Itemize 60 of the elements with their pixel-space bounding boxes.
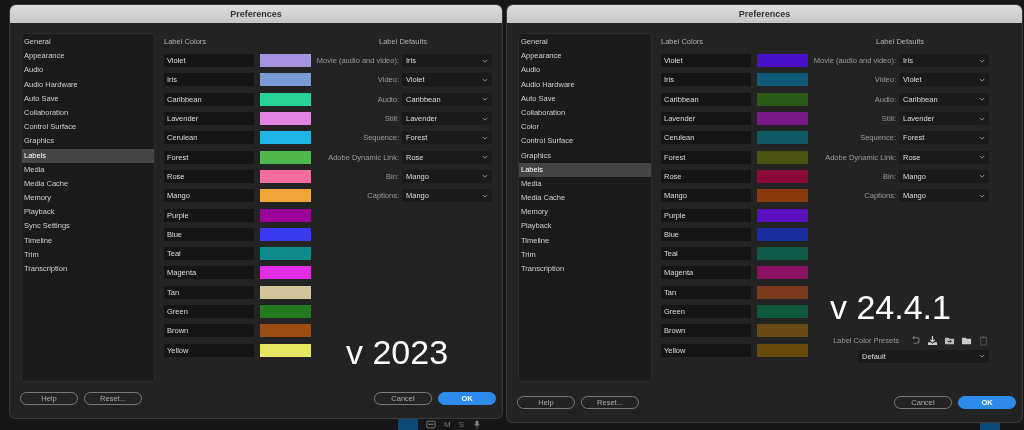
color-swatch[interactable] (757, 150, 808, 164)
track-toggle[interactable]: S (458, 419, 464, 429)
color-swatch[interactable] (260, 150, 311, 164)
color-swatch[interactable] (260, 131, 311, 145)
version-caption: v 24.4.1 (830, 288, 951, 327)
chevron-icon (482, 155, 488, 160)
color-swatch[interactable] (260, 54, 311, 68)
color-swatch[interactable] (260, 169, 311, 183)
version-caption: v 2023 (346, 333, 449, 372)
color-swatch[interactable] (757, 324, 808, 338)
chevron-icon (979, 116, 985, 121)
color-swatch[interactable] (260, 343, 311, 357)
chevron-icon (482, 193, 488, 198)
chevron-icon (482, 97, 488, 102)
track-toggle[interactable]: M (444, 419, 451, 429)
color-swatch[interactable] (757, 131, 808, 145)
chevron-icon (482, 174, 488, 179)
download-icon[interactable] (927, 334, 938, 346)
color-swatch[interactable] (757, 169, 808, 183)
color-swatch[interactable] (757, 92, 808, 106)
microphone-icon[interactable] (472, 419, 482, 429)
undo-icon[interactable] (910, 334, 921, 346)
chevron-icon (979, 155, 985, 160)
window-title: Preferences (507, 5, 1022, 23)
color-swatch[interactable] (260, 73, 311, 87)
color-swatch[interactable] (757, 285, 808, 299)
color-swatch[interactable] (260, 285, 311, 299)
color-swatch[interactable] (757, 227, 808, 241)
window-title: Preferences (10, 5, 502, 23)
color-swatch[interactable] (757, 247, 808, 261)
chevron-icon (482, 135, 488, 140)
color-swatch[interactable] (260, 112, 311, 126)
color-swatch[interactable] (757, 73, 808, 87)
color-swatch[interactable] (260, 266, 311, 280)
color-swatch[interactable] (260, 305, 311, 318)
chevron-icon (979, 135, 985, 140)
color-swatch[interactable] (260, 208, 311, 222)
chevron-icon (482, 116, 488, 121)
chevron-icon (482, 58, 488, 63)
trash-icon[interactable] (978, 334, 989, 346)
color-swatch[interactable] (757, 343, 808, 357)
color-swatch[interactable] (260, 247, 311, 261)
chevron-icon (482, 77, 488, 82)
chevron-icon (979, 58, 985, 63)
chevron-icon (979, 77, 985, 82)
color-swatch[interactable] (757, 208, 808, 222)
chevron-icon (979, 174, 985, 179)
color-swatch[interactable] (757, 54, 808, 68)
color-swatch[interactable] (260, 189, 311, 203)
chevron-icon (979, 193, 985, 198)
chevron-icon (979, 354, 985, 359)
color-swatch[interactable] (260, 92, 311, 106)
color-swatch[interactable] (757, 112, 808, 126)
caption-icon (426, 419, 436, 429)
color-swatch[interactable] (757, 189, 808, 203)
color-swatch[interactable] (260, 324, 311, 338)
color-swatch[interactable] (260, 227, 311, 241)
color-swatch[interactable] (757, 305, 808, 318)
chevron-icon (979, 97, 985, 102)
color-swatch[interactable] (757, 266, 808, 280)
